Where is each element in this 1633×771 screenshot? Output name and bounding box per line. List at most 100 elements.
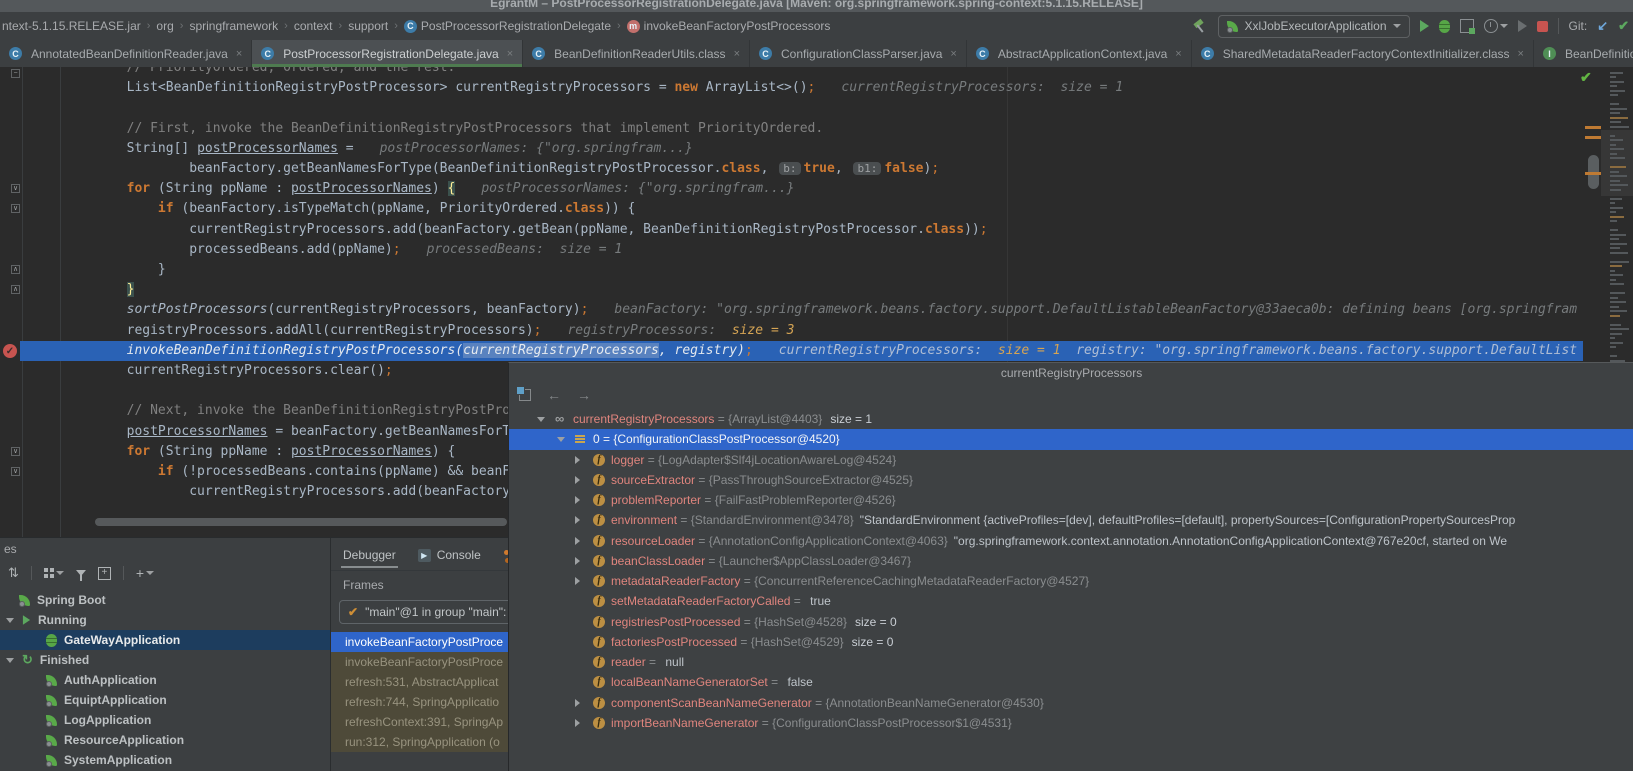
chevron-right-icon[interactable] [575,516,580,524]
breadcrumb-item[interactable]: org [156,19,173,33]
service-item-logapplication[interactable]: LogApplication [0,710,330,730]
code-line[interactable]: List<BeanDefinitionRegistryPostProcessor… [64,78,1123,98]
code-line[interactable]: currentRegistryProcessors.add(beanFactor… [64,220,988,240]
service-item-resourceapplication[interactable]: ResourceApplication [0,730,330,750]
debug-button[interactable] [1439,20,1450,33]
git-update-icon[interactable]: ↙ [1597,18,1608,34]
code-line[interactable]: String[] postProcessorNames =postProcess… [64,139,693,159]
code-line[interactable]: // PriorityOrdered, Ordered, and the res… [64,67,455,78]
service-item-spring-boot[interactable]: Spring Boot [0,590,330,610]
add-icon[interactable]: + [136,565,154,581]
chevron-right-icon[interactable] [575,719,580,727]
breadcrumb-item[interactable]: ntext-5.1.15.RELEASE.jar [2,19,141,33]
variable-row[interactable]: flogger = {LogAdapter$Slf4jLocationAware… [509,450,1633,470]
close-icon[interactable]: × [1518,48,1524,60]
git-commit-icon[interactable]: ✔ [1618,18,1629,34]
chevron-right-icon[interactable] [575,476,580,484]
group-by-icon[interactable] [44,568,64,578]
code-line[interactable]: } [64,280,134,300]
chevron-down-icon[interactable] [6,618,14,623]
tab-debugger[interactable]: Debugger [343,548,396,562]
chevron-right-icon[interactable] [575,537,580,545]
variable-row[interactable]: fimportBeanNameGenerator = {Configuratio… [509,713,1633,733]
service-item-finished[interactable]: ↻Finished [0,650,330,670]
variable-row[interactable]: fbeanClassLoader = {Launcher$AppClassLoa… [509,551,1633,571]
chevron-right-icon[interactable] [575,456,580,464]
variable-row[interactable]: fproblemReporter = {FailFastProblemRepor… [509,490,1633,510]
copy-value-icon[interactable] [519,389,531,401]
fold-marker-icon[interactable]: ∨ [11,204,20,213]
variable-row[interactable]: fenvironment = {StandardEnvironment@3478… [509,510,1633,530]
editor-tab[interactable]: CPostProcessorRegistrationDelegate.java× [252,40,523,67]
service-item-systemapplication[interactable]: SystemApplication [0,750,330,770]
close-icon[interactable]: × [507,48,513,60]
close-icon[interactable]: × [950,48,956,60]
code-line[interactable]: postProcessorNames = beanFactory.getBean… [64,422,518,442]
code-line[interactable]: invokeBeanDefinitionRegistryPostProcesso… [64,341,1577,361]
service-item-equiptapplication[interactable]: EquiptApplication [0,690,330,710]
variable-row[interactable]: fsetMetadataReaderFactoryCalled = true [509,591,1633,611]
code-line[interactable]: currentRegistryProcessors.clear(); [64,361,393,381]
breadcrumb-item[interactable]: minvokeBeanFactoryPostProcessors [627,19,831,33]
variable-row[interactable]: ffactoriesPostProcessed = {HashSet@4529}… [509,632,1633,652]
breadcrumb-item[interactable]: springframework [189,19,278,33]
chevron-right-icon[interactable] [575,496,580,504]
variable-row[interactable]: fcomponentScanBeanNameGenerator = {Annot… [509,693,1633,713]
chevron-right-icon[interactable] [575,557,580,565]
tab-console[interactable]: ▶ Console [418,548,481,562]
editor-tab[interactable]: CBeanDefinitionReaderUtils.class× [523,40,750,67]
breadcrumb-item[interactable]: context [294,19,333,33]
variable-row[interactable]: fresourceLoader = {AnnotationConfigAppli… [509,531,1633,551]
close-icon[interactable]: × [236,48,242,60]
error-stripe-mark[interactable] [1585,172,1601,175]
variable-row[interactable]: flocalBeanNameGeneratorSet = false [509,672,1633,692]
code-line[interactable]: } [64,260,166,280]
close-icon[interactable]: × [734,48,740,60]
run-button[interactable] [1420,20,1429,32]
service-item-authapplication[interactable]: AuthApplication [0,670,330,690]
editor-tab[interactable]: CAbstractApplicationContext.java× [967,40,1192,67]
code-line[interactable]: for (String ppName : postProcessorNames)… [64,179,794,199]
filter-icon[interactable] [76,570,86,576]
close-icon[interactable]: × [1175,48,1181,60]
horizontal-scrollbar[interactable] [95,518,507,526]
code-line[interactable]: // First, invoke the BeanDefinitionRegis… [64,119,823,139]
chevron-down-icon[interactable] [6,658,14,663]
chevron-down-icon[interactable] [557,437,565,442]
collapse-all-icon[interactable]: ⇅ [8,565,19,581]
fold-marker-icon[interactable]: ∧ [11,285,20,294]
chevron-right-icon[interactable] [575,577,580,585]
code-line[interactable]: registryProcessors.addAll(currentRegistr… [64,321,794,341]
error-stripe-mark[interactable] [1585,136,1601,139]
editor-tab[interactable]: CAnnotatedBeanDefinitionReader.java× [0,40,252,67]
add-service-icon[interactable]: + [98,567,111,580]
fold-marker-icon[interactable]: ∨ [11,447,20,456]
breadcrumb-item[interactable]: CPostProcessorRegistrationDelegate [404,19,611,33]
error-stripe-mark[interactable] [1585,126,1601,129]
build-icon[interactable] [1192,18,1208,34]
breakpoint-icon[interactable]: ✓ [3,344,17,358]
code-line[interactable]: beanFactory.getBeanNamesForType(BeanDefi… [64,159,939,179]
chevron-down-icon[interactable] [537,417,545,422]
code-line[interactable]: for (String ppName : postProcessorNames)… [64,442,455,462]
coverage-button[interactable] [1460,19,1474,33]
chevron-right-icon[interactable] [575,699,580,707]
variable-row[interactable]: fmetadataReaderFactory = {ConcurrentRefe… [509,571,1633,591]
editor-tab[interactable]: CConfigurationClassParser.java× [750,40,967,67]
code-line[interactable]: if (beanFactory.isTypeMatch(ppName, Prio… [64,199,635,219]
stop-button[interactable] [1537,21,1548,32]
profiler-button[interactable] [1484,19,1508,33]
variable-row[interactable]: fsourceExtractor = {PassThroughSourceExt… [509,470,1633,490]
variable-row[interactable]: fregistriesPostProcessed = {HashSet@4528… [509,612,1633,632]
back-icon[interactable]: ← [547,387,561,403]
variable-row[interactable]: 0 = {ConfigurationClassPostProcessor@452… [509,429,1633,449]
code-line[interactable]: // Next, invoke the BeanDefinitionRegist… [64,401,518,421]
code-line[interactable]: if (!processedBeans.contains(ppName) && … [64,462,518,482]
editor-tab[interactable]: CSharedMetadataReaderFactoryContextIniti… [1192,40,1534,67]
fold-marker-icon[interactable]: ∨ [11,184,20,193]
code-line[interactable]: sortPostProcessors(currentRegistryProces… [64,300,1577,320]
variable-row[interactable]: freader = null [509,652,1633,672]
editor-tab[interactable]: IBeanDefinitionRegistryPos [1534,40,1633,67]
fold-marker-icon[interactable]: ∧ [11,265,20,274]
fold-marker-icon[interactable]: − [11,69,20,78]
